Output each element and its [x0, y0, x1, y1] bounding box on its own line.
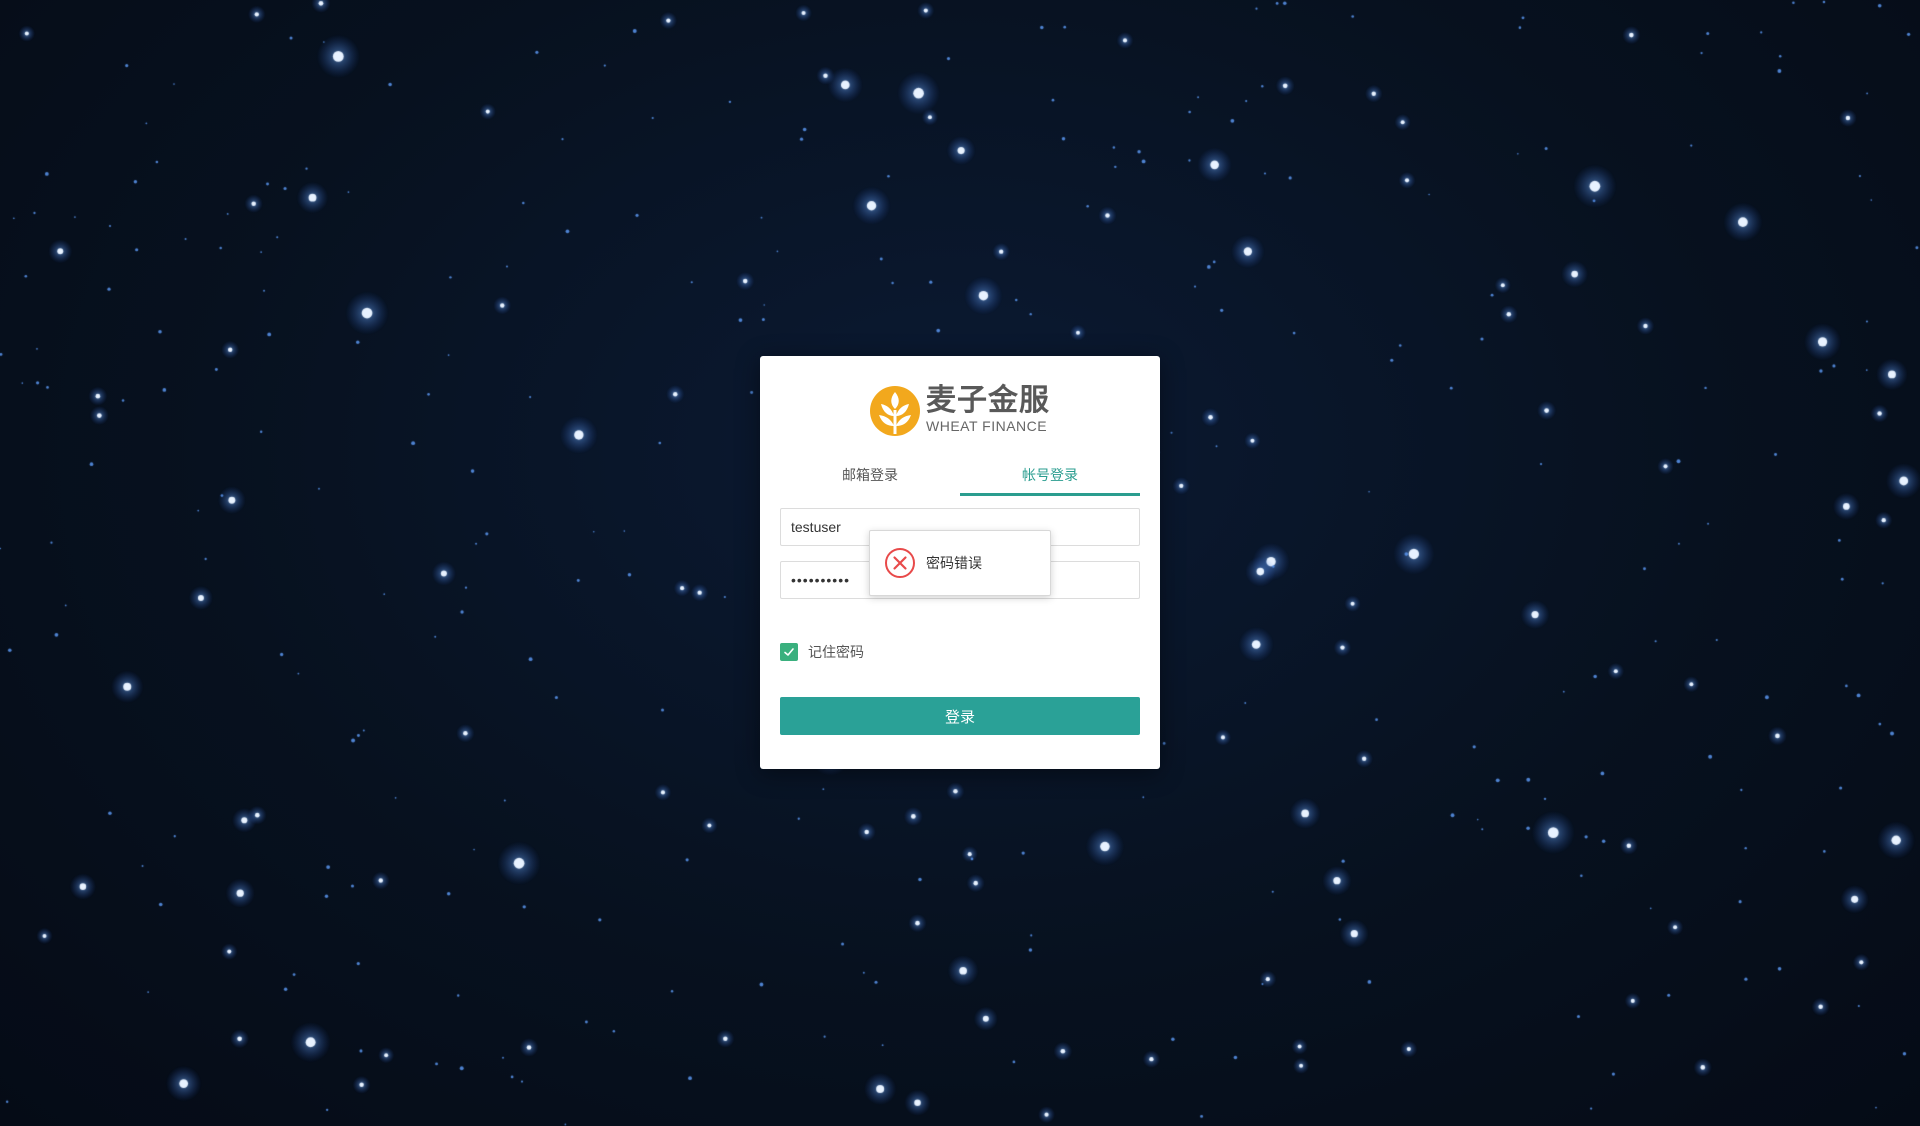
brand-name-en: WHEAT FINANCE — [926, 418, 1048, 434]
brand-name-cn: 麦子金服 — [926, 384, 1050, 417]
wheat-logo-icon — [870, 386, 920, 436]
error-toast: 密码错误 — [869, 530, 1051, 596]
error-circle-icon — [885, 548, 915, 578]
login-tabs: 邮箱登录 帐号登录 — [780, 460, 1140, 496]
brand-logo: 麦子金服 WHEAT FINANCE — [868, 384, 1058, 438]
error-toast-message: 密码错误 — [926, 555, 982, 571]
checkmark-icon — [784, 648, 794, 656]
remember-password-label: 记住密码 — [808, 644, 864, 660]
tab-email-login[interactable]: 邮箱登录 — [780, 460, 960, 496]
tab-account-login[interactable]: 帐号登录 — [960, 460, 1140, 496]
login-button[interactable]: 登录 — [780, 697, 1140, 735]
remember-password-toggle[interactable]: 记住密码 — [780, 642, 864, 662]
remember-password-checkbox[interactable] — [780, 643, 798, 661]
